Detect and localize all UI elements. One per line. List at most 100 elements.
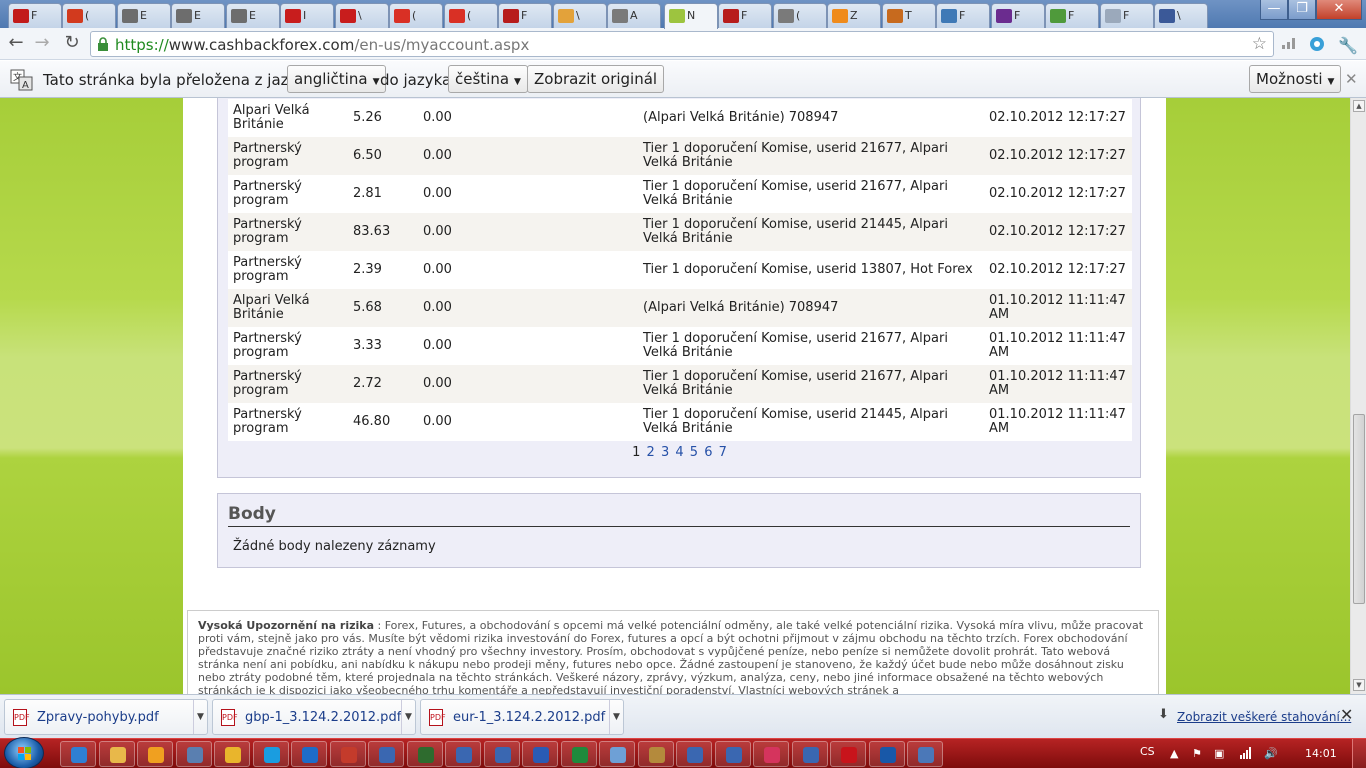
taskbar-window-button[interactable]: [907, 741, 943, 767]
taskbar-chart2-button[interactable]: [445, 741, 481, 767]
taskbar-acrobat-button[interactable]: [830, 741, 866, 767]
taskbar-word-button[interactable]: [522, 741, 558, 767]
taskbar-ie-button[interactable]: [60, 741, 96, 767]
show-desktop-button[interactable]: [1352, 739, 1366, 768]
tab-18[interactable]: F: [936, 3, 990, 28]
tab-7[interactable]: \: [335, 3, 389, 28]
taskbar-app-a-button[interactable]: [753, 741, 789, 767]
start-button[interactable]: [4, 737, 44, 768]
window-close-button[interactable]: ✕: [1316, 0, 1362, 20]
tray-arrow-icon[interactable]: ▲: [1170, 747, 1182, 760]
download-item[interactable]: PDF gbp-1_3.124.2.2012.pdf ▼: [212, 699, 416, 735]
tab-8[interactable]: (: [389, 3, 443, 28]
url-text: https://www.cashbackforex.com/en-us/myac…: [115, 36, 530, 54]
taskbar-explorer-button[interactable]: [98, 741, 135, 767]
page-link[interactable]: 5: [690, 445, 699, 460]
flag-icon[interactable]: ⚑: [1192, 747, 1204, 760]
table-row: Alpari Velká Británie 5.26 0.00 (Alpari Vel…: [228, 99, 1132, 137]
taskbar-teamviewer-button[interactable]: [291, 741, 327, 767]
taskbar-excel-button[interactable]: [560, 741, 597, 767]
taskbar-chart1-button[interactable]: [368, 741, 404, 767]
scroll-up-arrow-icon[interactable]: ▲: [1353, 100, 1365, 112]
bookmark-star-icon[interactable]: ☆: [1252, 34, 1267, 54]
tab-9[interactable]: (: [444, 3, 498, 28]
from-language-select[interactable]: angličtina ▼: [287, 65, 387, 93]
window-restore-button[interactable]: ❐: [1288, 0, 1316, 20]
page-link[interactable]: 6: [704, 445, 713, 460]
taskbar-chrome-button[interactable]: [214, 741, 250, 767]
network-icon[interactable]: [1240, 747, 1252, 759]
tab-6[interactable]: I: [280, 3, 334, 28]
download-menu-chevron-down-icon[interactable]: ▼: [609, 700, 623, 734]
taskbar-chart6-button[interactable]: [791, 741, 828, 767]
taskbar-media-player-button[interactable]: [137, 741, 173, 767]
reload-button[interactable]: ↻: [60, 32, 84, 56]
translate-close-button[interactable]: ✕: [1345, 70, 1358, 88]
page-link[interactable]: 2: [647, 445, 656, 460]
page-scrollbar[interactable]: ▲ ▼: [1350, 98, 1366, 694]
scroll-down-arrow-icon[interactable]: ▼: [1353, 679, 1365, 691]
page-link[interactable]: 3: [661, 445, 670, 460]
address-bar[interactable]: https://www.cashbackforex.com/en-us/myac…: [90, 31, 1274, 57]
tab-5[interactable]: E: [226, 3, 280, 28]
taskbar-forex-button[interactable]: [329, 741, 366, 767]
cell-description: Tier 1 doporučení Komise, userid 21677, …: [639, 365, 985, 403]
cell-description: Tier 1 doporučení Komise, userid 13807, …: [639, 251, 985, 289]
tab-16[interactable]: Z: [827, 3, 881, 28]
tab-11[interactable]: \: [553, 3, 607, 28]
volume-icon[interactable]: 🔊: [1264, 747, 1278, 760]
taskbar-app-b-button[interactable]: [868, 741, 905, 767]
taskbar-tool-button[interactable]: [637, 741, 674, 767]
tab-3[interactable]: E: [117, 3, 171, 28]
tab-20[interactable]: F: [1045, 3, 1099, 28]
download-item[interactable]: PDF Zpravy-pohyby.pdf ▼: [4, 699, 208, 735]
tab-14[interactable]: F: [718, 3, 772, 28]
page-link[interactable]: 7: [719, 445, 728, 460]
tab-10[interactable]: F: [498, 3, 552, 28]
download-menu-chevron-down-icon[interactable]: ▼: [193, 700, 207, 734]
taskbar-chart4-button[interactable]: [676, 741, 712, 767]
tab-12[interactable]: A: [607, 3, 661, 28]
tab-22[interactable]: \: [1154, 3, 1208, 28]
page-link[interactable]: 4: [675, 445, 684, 460]
window-minimize-button[interactable]: —: [1260, 0, 1288, 20]
pagination: 1 2 3 4 5 6 7: [218, 445, 1142, 460]
tab-17[interactable]: T: [882, 3, 936, 28]
options-button[interactable]: Možnosti ▼: [1249, 65, 1342, 93]
tab-label: Z: [850, 9, 858, 22]
back-button[interactable]: ←: [4, 32, 28, 56]
tab-1[interactable]: F: [8, 3, 62, 28]
tab-4[interactable]: E: [171, 3, 225, 28]
taskbar-skype-button[interactable]: [252, 741, 289, 767]
extension-icon[interactable]: [1308, 36, 1326, 52]
tab-19[interactable]: F: [991, 3, 1045, 28]
to-language-select[interactable]: čeština ▼: [448, 65, 528, 93]
download-menu-chevron-down-icon[interactable]: ▼: [401, 700, 415, 734]
cell-amount: 83.63: [349, 213, 419, 251]
clock[interactable]: 14:01: [1305, 747, 1337, 760]
chrome-icon: [225, 747, 241, 763]
taskbar-chart3-button[interactable]: [483, 741, 520, 767]
taskbar-terminal-button[interactable]: [406, 741, 443, 767]
taskbar-chart5-button[interactable]: [714, 741, 751, 767]
signal-icon[interactable]: [1280, 36, 1298, 52]
tab-favicon-icon: [503, 9, 519, 23]
taskbar-notepad-button[interactable]: [599, 741, 635, 767]
forward-button[interactable]: →: [30, 32, 54, 56]
tab-15[interactable]: (: [773, 3, 827, 28]
tab-favicon-icon: [1050, 9, 1066, 23]
cell-paid: 0.00: [419, 175, 639, 213]
download-item[interactable]: PDF eur-1_3.124.2.2012.pdf ▼: [420, 699, 624, 735]
show-original-button[interactable]: Zobrazit originál: [527, 65, 665, 93]
taskbar-remote-button[interactable]: [175, 741, 212, 767]
language-indicator[interactable]: CS: [1140, 745, 1155, 758]
device-icon[interactable]: ▣: [1214, 747, 1226, 760]
show-all-downloads-link[interactable]: Zobrazit veškeré stahování...: [1177, 710, 1351, 724]
tab-21[interactable]: F: [1100, 3, 1154, 28]
tab-13[interactable]: N: [664, 3, 718, 29]
close-shelf-icon[interactable]: ✕: [1340, 705, 1353, 724]
tab-2[interactable]: (: [62, 3, 116, 28]
scrollbar-thumb[interactable]: [1353, 414, 1365, 604]
wrench-icon[interactable]: 🔧: [1338, 36, 1358, 55]
lock-icon[interactable]: [97, 37, 109, 51]
